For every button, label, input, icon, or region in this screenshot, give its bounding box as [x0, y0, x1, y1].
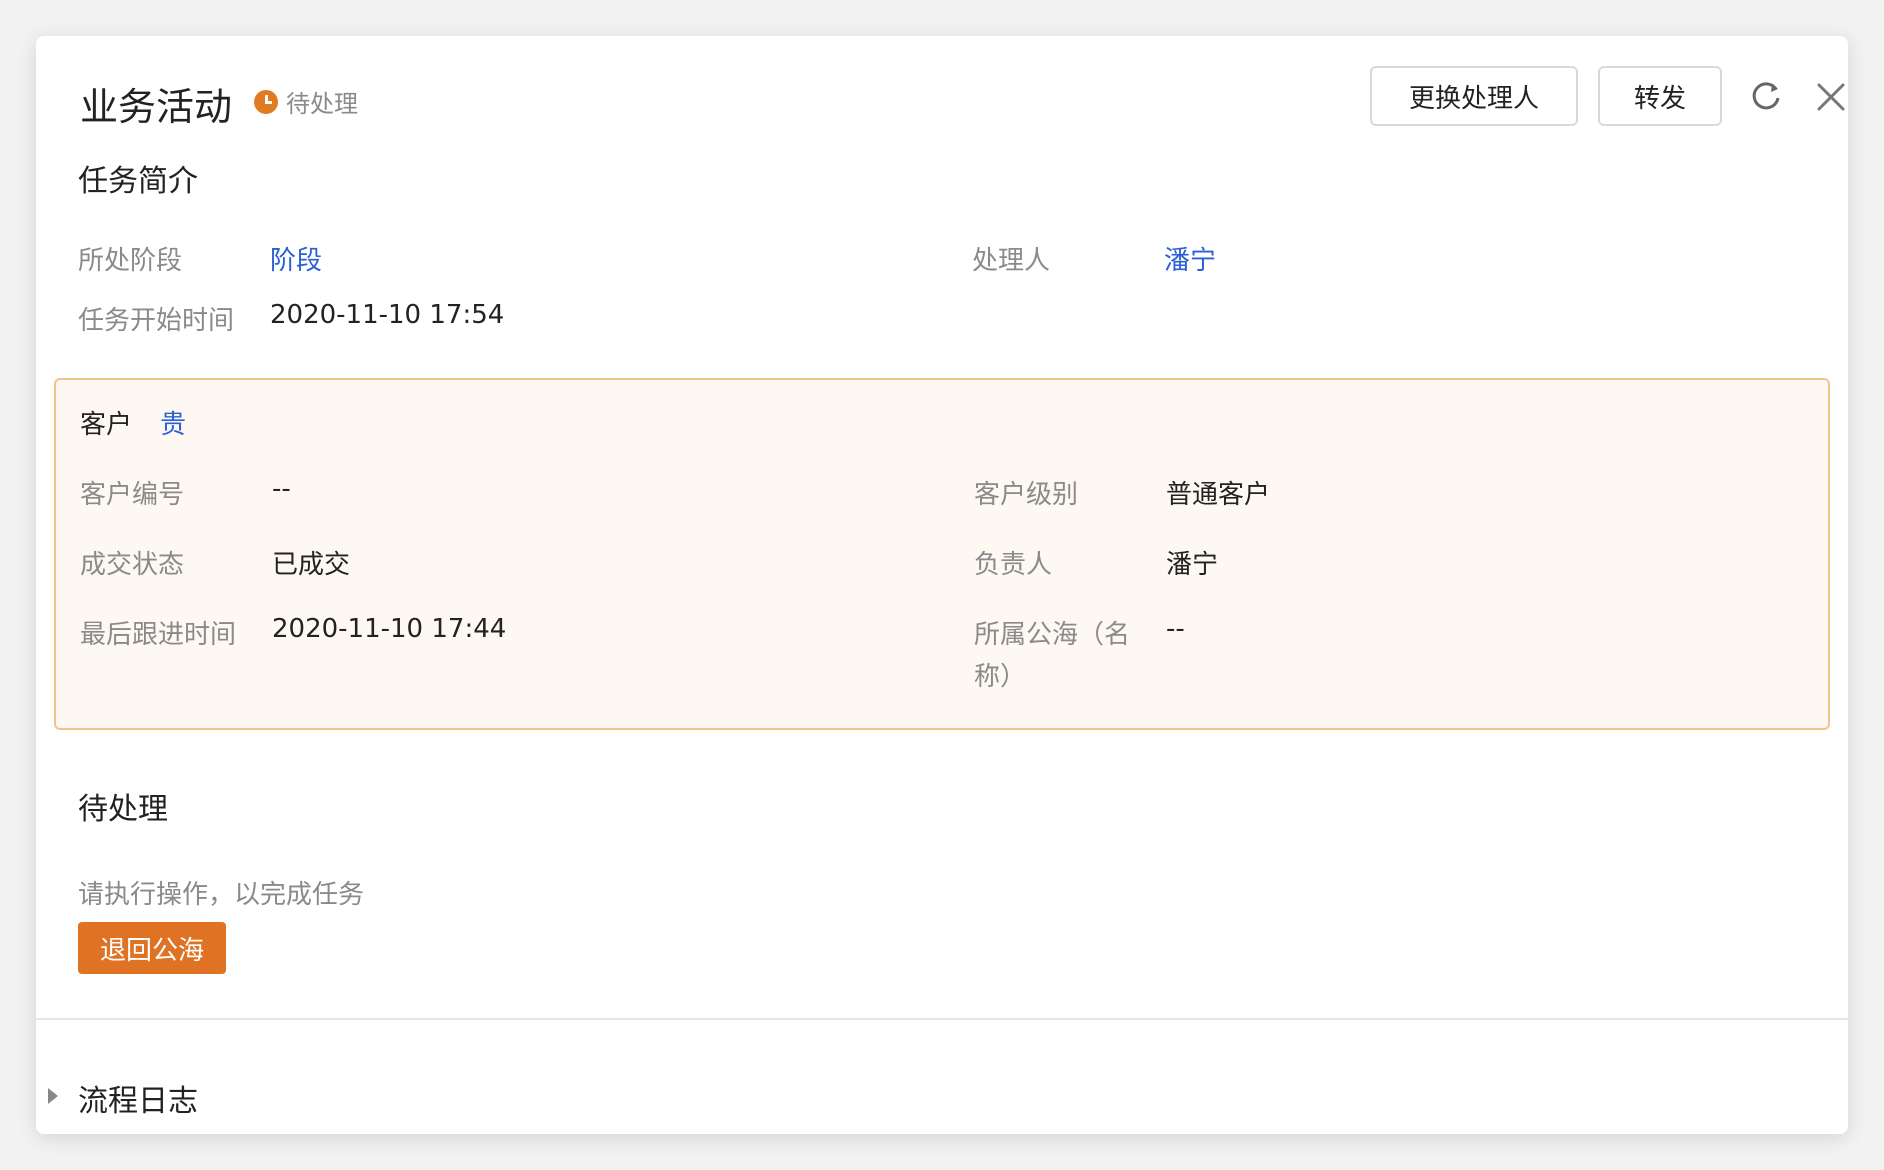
- pending-title: 待处理: [78, 792, 168, 827]
- process-log-toggle[interactable]: 流程日志: [78, 1076, 198, 1120]
- stage-link[interactable]: 阶段: [270, 240, 322, 277]
- public-sea-value: --: [1166, 614, 1185, 644]
- dialog-title: 业务活动: [80, 85, 233, 129]
- customer-label: 客户: [80, 410, 133, 440]
- status-text: 待处理: [286, 90, 358, 118]
- task-dialog: 业务活动 待处理 更换处理人 转发 任务简介 所处阶段 阶段 处理人 潘宁 任务…: [36, 36, 1848, 1134]
- owner-value: 潘宁: [1166, 550, 1219, 580]
- clock-status-icon: [254, 89, 278, 114]
- return-to-public-sea-button[interactable]: 退回公海: [78, 922, 226, 974]
- customer-number-label: 客户编号: [80, 480, 185, 510]
- customer-number-value: --: [272, 474, 291, 504]
- public-sea-label-line1: 所属公海（名: [974, 620, 1131, 650]
- caret-right-icon[interactable]: [48, 1088, 58, 1104]
- start-time-value: 2020-11-10 17:54: [270, 300, 505, 330]
- forward-button[interactable]: 转发: [1598, 66, 1722, 126]
- customer-level-label: 客户级别: [974, 480, 1079, 510]
- deal-status-value: 已成交: [272, 550, 351, 580]
- customer-level-value: 普通客户: [1166, 480, 1271, 510]
- handler-label: 处理人: [972, 246, 1051, 276]
- handler-link[interactable]: 潘宁: [1164, 240, 1216, 277]
- start-time-label: 任务开始时间: [78, 306, 235, 336]
- owner-label: 负责人: [974, 550, 1053, 580]
- stage-label: 所处阶段: [78, 246, 183, 276]
- change-handler-button[interactable]: 更换处理人: [1370, 66, 1578, 126]
- public-sea-label-line2: 称）: [974, 662, 1027, 692]
- customer-card: 客户 贵 客户编号 -- 客户级别 普通客户 成交状态 已成交 负责人 潘宁 最…: [54, 378, 1830, 730]
- divider: [36, 1018, 1848, 1020]
- task-summary-title: 任务简介: [78, 164, 198, 199]
- close-icon[interactable]: [1814, 80, 1848, 114]
- refresh-icon[interactable]: [1746, 76, 1786, 116]
- status-badge: 待处理: [254, 84, 358, 119]
- last-follow-value: 2020-11-10 17:44: [272, 614, 507, 644]
- pending-hint: 请执行操作，以完成任务: [78, 880, 365, 910]
- customer-name-link[interactable]: 贵: [160, 404, 186, 441]
- deal-status-label: 成交状态: [80, 550, 185, 580]
- last-follow-label: 最后跟进时间: [80, 620, 237, 650]
